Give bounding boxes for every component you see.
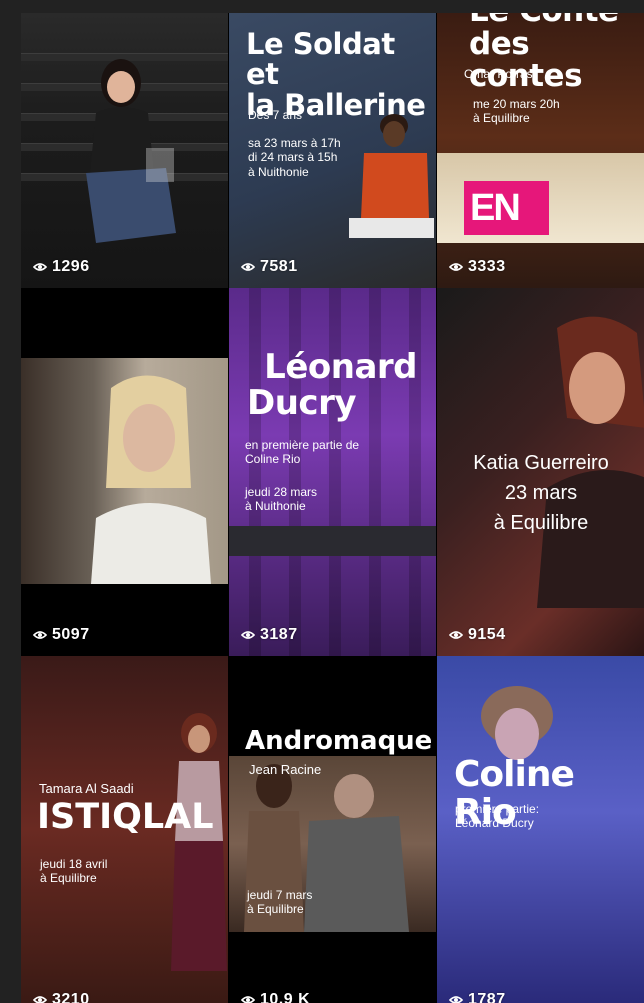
show-dates: jeudi 7 mars à Equilibre — [247, 888, 312, 917]
curtain-fold — [369, 288, 381, 656]
show-title: Léonard Ducry — [247, 347, 418, 423]
view-count: 1296 — [33, 258, 90, 276]
eye-icon — [449, 631, 463, 639]
author-label: Jean Racine — [249, 762, 322, 777]
subtitle-line: Coline Rio — [245, 452, 301, 467]
view-count-value: 3210 — [52, 991, 90, 1003]
reels-grid: 1296 Le Soldat et la Ballerine Dès 7 ans… — [21, 13, 644, 1003]
venue-line: à Equilibre — [473, 111, 530, 126]
show-title-line: Léonard — [264, 347, 417, 387]
reel-tile-1[interactable]: 1296 — [21, 13, 228, 288]
show-title-line: Ducry — [247, 382, 357, 423]
actress-photo — [21, 358, 228, 584]
reel-tile-2[interactable]: Le Soldat et la Ballerine Dès 7 ans sa 2… — [229, 13, 436, 288]
show-title-line: des contes — [469, 25, 583, 95]
eye-icon — [241, 631, 255, 639]
age-label: Dès 7 ans — [248, 108, 303, 122]
en-logo: EN — [464, 181, 549, 235]
eye-icon — [449, 263, 463, 271]
keyboard-image — [229, 526, 436, 556]
event-info: Katia Guerreiro 23 mars à Equilibre — [451, 448, 631, 538]
show-title: ISTIQLAL — [37, 797, 214, 837]
logo-text: EN — [470, 187, 521, 229]
date-line: di 24 mars à 15h — [248, 150, 338, 165]
author-label: Omar Porras — [464, 67, 533, 81]
eye-icon — [33, 631, 47, 639]
show-title: Andromaque — [245, 726, 433, 756]
show-subtitle: première partie: Léonard Ducry — [455, 802, 539, 831]
reel-tile-6[interactable]: Katia Guerreiro 23 mars à Equilibre 9154 — [437, 288, 644, 656]
view-count-value: 3187 — [260, 626, 298, 643]
eye-icon — [33, 263, 47, 271]
view-count-value: 1787 — [468, 991, 506, 1003]
reel-tile-5[interactable]: Léonard Ducry en première partie de Coli… — [229, 288, 436, 656]
eye-icon — [449, 996, 463, 1003]
show-dates: jeudi 18 avril à Equilibre — [40, 857, 107, 886]
view-count: 3187 — [241, 626, 298, 644]
subtitle-line: première partie: — [455, 802, 540, 816]
eye-icon — [241, 996, 255, 1003]
author-label: Tamara Al Saadi — [39, 781, 134, 796]
view-count: 3333 — [449, 258, 506, 276]
venue-line: à Nuithonie — [245, 499, 306, 514]
curtain-fold — [409, 288, 421, 656]
view-count: 7581 — [241, 258, 298, 276]
show-dates: sa 23 mars à 17h di 24 mars à 15h à Nuit… — [248, 136, 341, 179]
reel-tile-4[interactable]: 5097 — [21, 288, 228, 656]
venue-line: à Nuithonie — [248, 164, 309, 179]
venue-line: à Equilibre — [40, 871, 97, 886]
view-count-value: 10,9 K — [260, 991, 311, 1003]
view-count-value: 7581 — [260, 258, 298, 275]
view-count-value: 1296 — [52, 258, 90, 275]
view-count-value: 9154 — [468, 626, 506, 643]
reel-tile-8[interactable]: Andromaque Jean Racine jeudi 7 mars à Eq… — [229, 656, 436, 1003]
date-line: jeudi 28 mars — [245, 485, 318, 499]
view-count: 9154 — [449, 626, 506, 644]
eye-icon — [241, 263, 255, 271]
venue-line: à Equilibre — [493, 512, 589, 534]
show-dates: me 20 mars 20h à Equilibre — [473, 97, 560, 126]
date-line: jeudi 18 avril — [40, 857, 108, 871]
seated-person-image — [86, 59, 176, 243]
reel-tile-9[interactable]: Coline Rio première partie: Léonard Ducr… — [437, 656, 644, 1003]
date-line: sa 23 mars à 17h — [248, 136, 341, 150]
show-title-line: Le Soldat et — [246, 27, 395, 92]
view-count: 5097 — [33, 626, 90, 644]
view-count-value: 5097 — [52, 626, 90, 643]
view-count: 10,9 K — [241, 991, 310, 1003]
date-line: me 20 mars 20h — [473, 97, 560, 111]
reel-tile-3[interactable]: Le Conte des contes Omar Porras me 20 ma… — [437, 13, 644, 288]
venue-line: à Equilibre — [247, 902, 304, 917]
subtitle-line: en première partie de — [245, 438, 360, 452]
curtain-fold — [329, 288, 341, 656]
performer-image — [349, 114, 434, 238]
view-count-value: 3333 — [468, 258, 506, 275]
curtain-fold — [249, 288, 261, 656]
view-count: 1787 — [449, 991, 506, 1003]
curtain-fold — [289, 288, 301, 656]
actress-image — [91, 375, 211, 584]
date-line: 23 mars — [504, 482, 578, 504]
actress-image — [171, 713, 227, 971]
show-subtitle: en première partie de Coline Rio — [245, 438, 359, 467]
artist-name: Katia Guerreiro — [473, 452, 609, 474]
subtitle-line: Léonard Ducry — [455, 816, 534, 831]
eye-icon — [33, 996, 47, 1003]
show-dates: jeudi 28 mars à Nuithonie — [245, 485, 317, 514]
reel-tile-7[interactable]: Tamara Al Saadi ISTIQLAL jeudi 18 avril … — [21, 656, 228, 1003]
date-line: jeudi 7 mars — [247, 888, 313, 902]
view-count: 3210 — [33, 991, 90, 1003]
show-title: Le Soldat et la Ballerine — [246, 27, 436, 121]
